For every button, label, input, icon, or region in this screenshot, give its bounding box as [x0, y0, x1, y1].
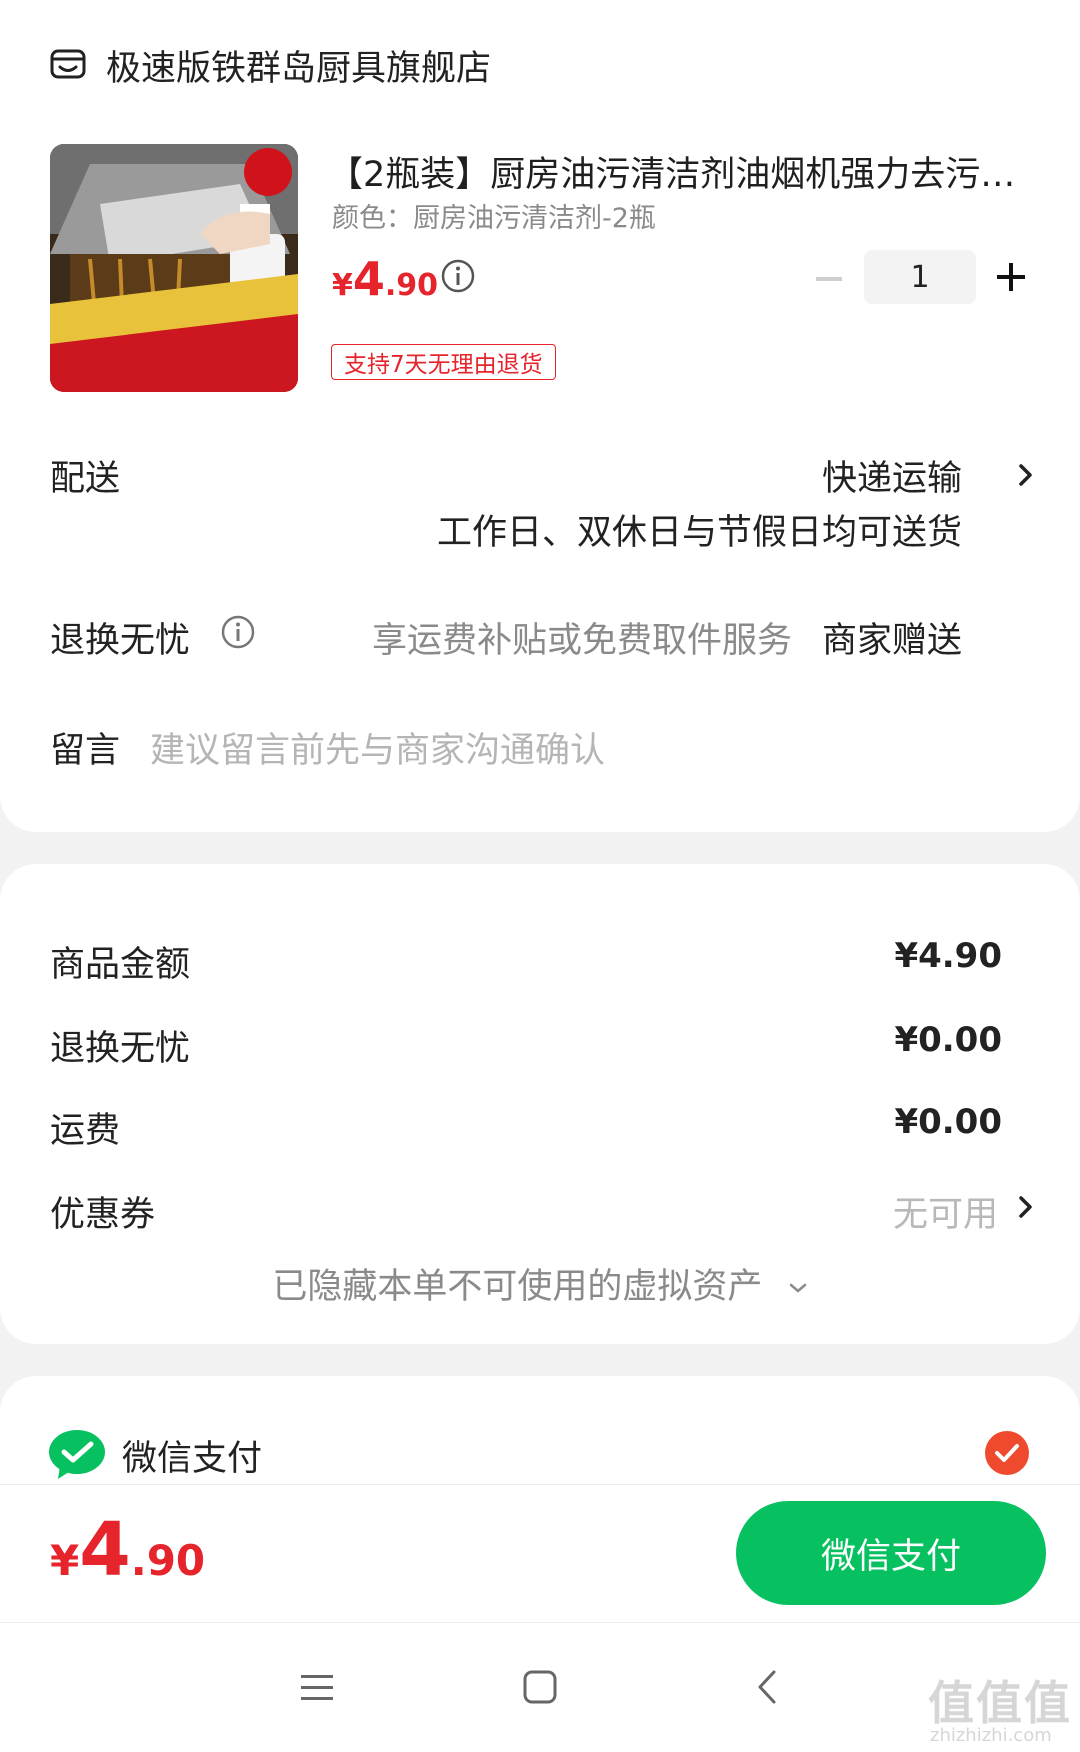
quantity-plus-button[interactable] [996, 262, 1026, 292]
price-currency: ¥ [332, 268, 353, 303]
shop-name: 极速版铁群岛厨具旗舰店 [106, 48, 492, 89]
delivery-method[interactable]: 快递运输 [822, 450, 962, 501]
fee-label-goods: 商品金额 [50, 945, 191, 985]
coupon-label: 优惠券 [50, 1195, 156, 1235]
hidden-assets-text: 已隐藏本单不可使用的虚拟资产 [272, 1267, 763, 1307]
service-gift: 商家赠送 [821, 621, 962, 661]
product-title[interactable]: 【2瓶装】厨房油污清洁剂油烟机强力去污… [328, 146, 1028, 197]
watermark-url: zhizhizhi.com [930, 1725, 1052, 1746]
info-icon[interactable] [440, 258, 476, 294]
pay-bar: ¥ 4 .90 微信支付 [0, 1484, 1080, 1622]
wechat-pay-icon [49, 1430, 105, 1479]
price-integer: 4 [352, 252, 385, 306]
fee-label-service: 退换无忧 [50, 1029, 191, 1069]
chevron-down-icon [789, 1283, 806, 1293]
note-input[interactable]: 建议留言前先与商家沟通确认 [150, 722, 605, 773]
product-price: ¥ 4 .90 [332, 252, 438, 306]
quantity-field[interactable]: 1 [864, 250, 976, 304]
total-price: ¥ 4 .90 [50, 1507, 205, 1593]
service-label: 退换无忧 [50, 621, 191, 661]
back-icon[interactable] [752, 1667, 782, 1707]
delivery-note: 工作日、双休日与节假日均可送货 [436, 513, 962, 553]
checkout-page: 极速版铁群岛厨具旗舰店 【2瓶装】厨房油污清洁剂油烟机强力去污… 颜色：厨房油污… [0, 0, 1080, 1752]
selected-check-icon[interactable] [984, 1430, 1030, 1476]
price-decimal: .90 [384, 268, 439, 303]
return-policy-tag: 支持7天无理由退货 [331, 344, 556, 380]
coupon-chevron-icon[interactable] [1016, 1194, 1036, 1220]
system-nav-bar: 值值值 zhizhizhi.com [0, 1622, 1080, 1752]
shop-icon [50, 49, 86, 79]
total-currency: ¥ [50, 1536, 80, 1585]
pay-button[interactable]: 微信支付 [736, 1501, 1046, 1605]
payment-method-label[interactable]: 微信支付 [122, 1430, 262, 1481]
order-card: 极速版铁群岛厨具旗舰店 【2瓶装】厨房油污清洁剂油烟机强力去污… 颜色：厨房油污… [0, 0, 1080, 832]
service-description: 享运费补贴或免费取件服务 [372, 621, 793, 661]
home-icon[interactable] [520, 1667, 560, 1707]
menu-icon[interactable] [298, 1669, 336, 1707]
quantity-minus-button[interactable] [814, 264, 844, 294]
fee-value-service: ¥0.00 [894, 1020, 1002, 1060]
note-label: 留言 [50, 731, 121, 771]
total-decimal: .90 [130, 1536, 206, 1585]
fee-value-goods: ¥4.90 [894, 936, 1002, 976]
fee-label-shipping: 运费 [50, 1111, 121, 1151]
delivery-label: 配送 [50, 459, 121, 499]
coupon-value[interactable]: 无可用 [893, 1186, 998, 1237]
hidden-assets-toggle[interactable]: 已隐藏本单不可使用的虚拟资产 [0, 1258, 1080, 1309]
watermark-logo: 值值值 [928, 1676, 1072, 1730]
shop-header[interactable]: 极速版铁群岛厨具旗舰店 [50, 40, 491, 90]
chevron-right-icon[interactable] [1016, 462, 1036, 488]
fee-summary-card: 商品金额 ¥4.90 退换无忧 ¥0.00 运费 ¥0.00 优惠券 无可用 已… [0, 864, 1080, 1344]
total-integer: 4 [79, 1507, 131, 1593]
service-info-icon[interactable] [220, 614, 256, 650]
product-spec[interactable]: 颜色：厨房油污清洁剂-2瓶 [332, 196, 656, 235]
fee-value-shipping: ¥0.00 [894, 1102, 1002, 1142]
product-image[interactable] [50, 144, 298, 392]
